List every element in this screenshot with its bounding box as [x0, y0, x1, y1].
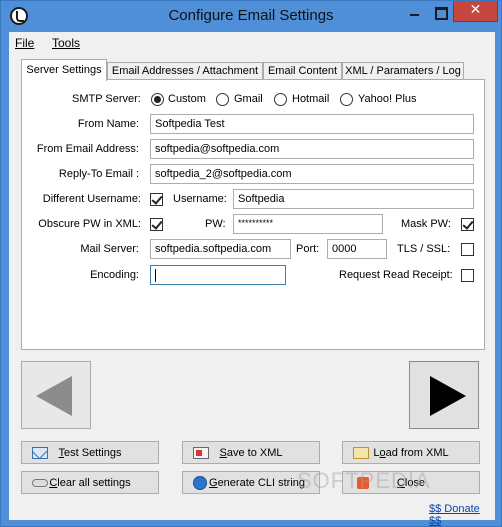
smtp-server-label: SMTP Server: [72, 93, 141, 105]
from-name-label: From Name: [77, 118, 139, 130]
different-username-checkbox[interactable] [150, 193, 163, 206]
generate-cli-button[interactable]: Generate CLI string [182, 471, 320, 494]
menu-bar: File Tools [9, 32, 495, 54]
title-bar[interactable]: Configure Email Settings ✕ [1, 1, 501, 32]
smtp-gmail-radio[interactable] [216, 93, 229, 106]
tab-email-content[interactable]: Email Content [263, 62, 342, 80]
mail-server-input[interactable]: softpedia.softpedia.com [150, 239, 291, 259]
donate-link[interactable]: $$ Donate $$ [429, 503, 495, 527]
previous-button[interactable] [21, 361, 91, 429]
tab-strip: Server Settings Email Addresses / Attach… [21, 59, 485, 81]
tab-server-settings[interactable]: Server Settings [21, 59, 107, 81]
read-receipt-label: Request Read Receipt: [339, 269, 453, 281]
window-close-button[interactable]: ✕ [453, 1, 498, 22]
username-input[interactable]: Softpedia [233, 189, 474, 209]
tls-ssl-checkbox[interactable] [461, 243, 474, 256]
smtp-yahoo-radio[interactable] [340, 93, 353, 106]
arrow-right-icon [430, 376, 466, 416]
obscure-pw-checkbox[interactable] [150, 218, 163, 231]
read-receipt-checkbox[interactable] [461, 269, 474, 282]
arrow-left-icon [36, 376, 72, 416]
obscure-pw-label: Obscure PW in XML: [38, 218, 141, 230]
port-input[interactable]: 0000 [327, 239, 387, 259]
tab-xml-log[interactable]: XML / Paramaters / Log [342, 62, 464, 80]
test-settings-button[interactable]: Test Settings [21, 441, 159, 464]
username-label: Username: [173, 193, 227, 205]
close-x-icon: ✕ [469, 2, 482, 18]
smtp-hotmail-label: Hotmail [292, 93, 330, 105]
from-name-input[interactable]: Softpedia Test [150, 114, 474, 134]
pw-input[interactable]: ********** [233, 214, 383, 234]
window-client-area: File Tools Server Settings Email Address… [9, 32, 495, 527]
mail-server-label: Mail Server: [80, 243, 139, 255]
save-to-xml-button[interactable]: Save to XML [182, 441, 320, 464]
encoding-input[interactable] [150, 265, 286, 285]
smtp-custom-radio[interactable] [151, 93, 164, 106]
encoding-label: Encoding: [90, 269, 139, 281]
load-from-xml-button[interactable]: Load from XML [342, 441, 480, 464]
tls-ssl-label: TLS / SSL: [397, 243, 451, 255]
mask-pw-checkbox[interactable] [461, 218, 474, 231]
maximize-button[interactable] [427, 1, 453, 22]
minimize-button[interactable] [401, 1, 427, 22]
app-window: Configure Email Settings ✕ File Tools Se… [0, 0, 502, 527]
smtp-hotmail-radio[interactable] [274, 93, 287, 106]
menu-tools[interactable]: Tools [52, 36, 80, 50]
smtp-yahoo-label: Yahoo! Plus [358, 93, 417, 105]
reply-to-input[interactable]: softpedia_2@softpedia.com [150, 164, 474, 184]
different-username-label: Different Username: [42, 193, 141, 205]
from-email-label: From Email Address: [36, 143, 139, 155]
from-email-input[interactable]: softpedia@softpedia.com [150, 139, 474, 159]
smtp-custom-label: Custom [168, 93, 206, 105]
close-button[interactable]: Close [342, 471, 480, 494]
mask-pw-label: Mask PW: [401, 218, 451, 230]
next-button[interactable] [409, 361, 479, 429]
clear-all-settings-button[interactable]: Clear all settings [21, 471, 159, 494]
reply-to-label: Reply-To Email : [58, 168, 139, 180]
pw-label: PW: [205, 218, 226, 230]
port-label: Port: [296, 243, 320, 255]
server-settings-panel: SMTP Server: Custom Gmail Hotmail Yahoo!… [21, 79, 485, 350]
tab-email-addresses[interactable]: Email Addresses / Attachment [107, 62, 263, 80]
smtp-gmail-label: Gmail [234, 93, 263, 105]
menu-file[interactable]: File [15, 36, 34, 50]
